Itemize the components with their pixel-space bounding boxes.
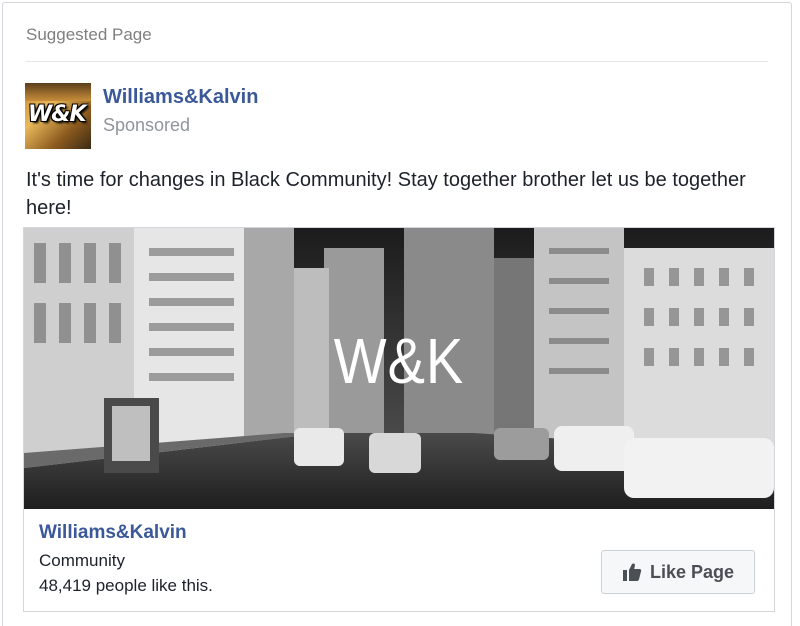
page-avatar[interactable]: W&K: [25, 83, 91, 149]
cover-logo-text: W&K: [333, 324, 465, 397]
card-header-label: Suggested Page: [26, 25, 152, 44]
page-name-link[interactable]: Williams&Kalvin: [103, 86, 258, 109]
like-page-button[interactable]: Like Page: [601, 550, 755, 594]
cover-image[interactable]: W&K: [24, 228, 774, 509]
thumbs-up-icon: [622, 563, 642, 581]
attachment-category: Community: [39, 551, 125, 570]
sponsored-label[interactable]: Sponsored: [103, 115, 190, 136]
like-page-button-label: Like Page: [649, 561, 735, 582]
attachment-like-count: 48,419 people like this.: [39, 576, 213, 595]
page-attachment[interactable]: W&K Williams&Kalvin Community 48,419 peo…: [23, 227, 775, 612]
header-divider: [26, 61, 768, 62]
post-text: It's time for changes in Black Community…: [26, 169, 746, 219]
avatar-logo-text: W&K: [28, 102, 86, 127]
avatar-background: [25, 83, 91, 101]
attachment-page-name-link[interactable]: Williams&Kalvin: [39, 522, 187, 544]
